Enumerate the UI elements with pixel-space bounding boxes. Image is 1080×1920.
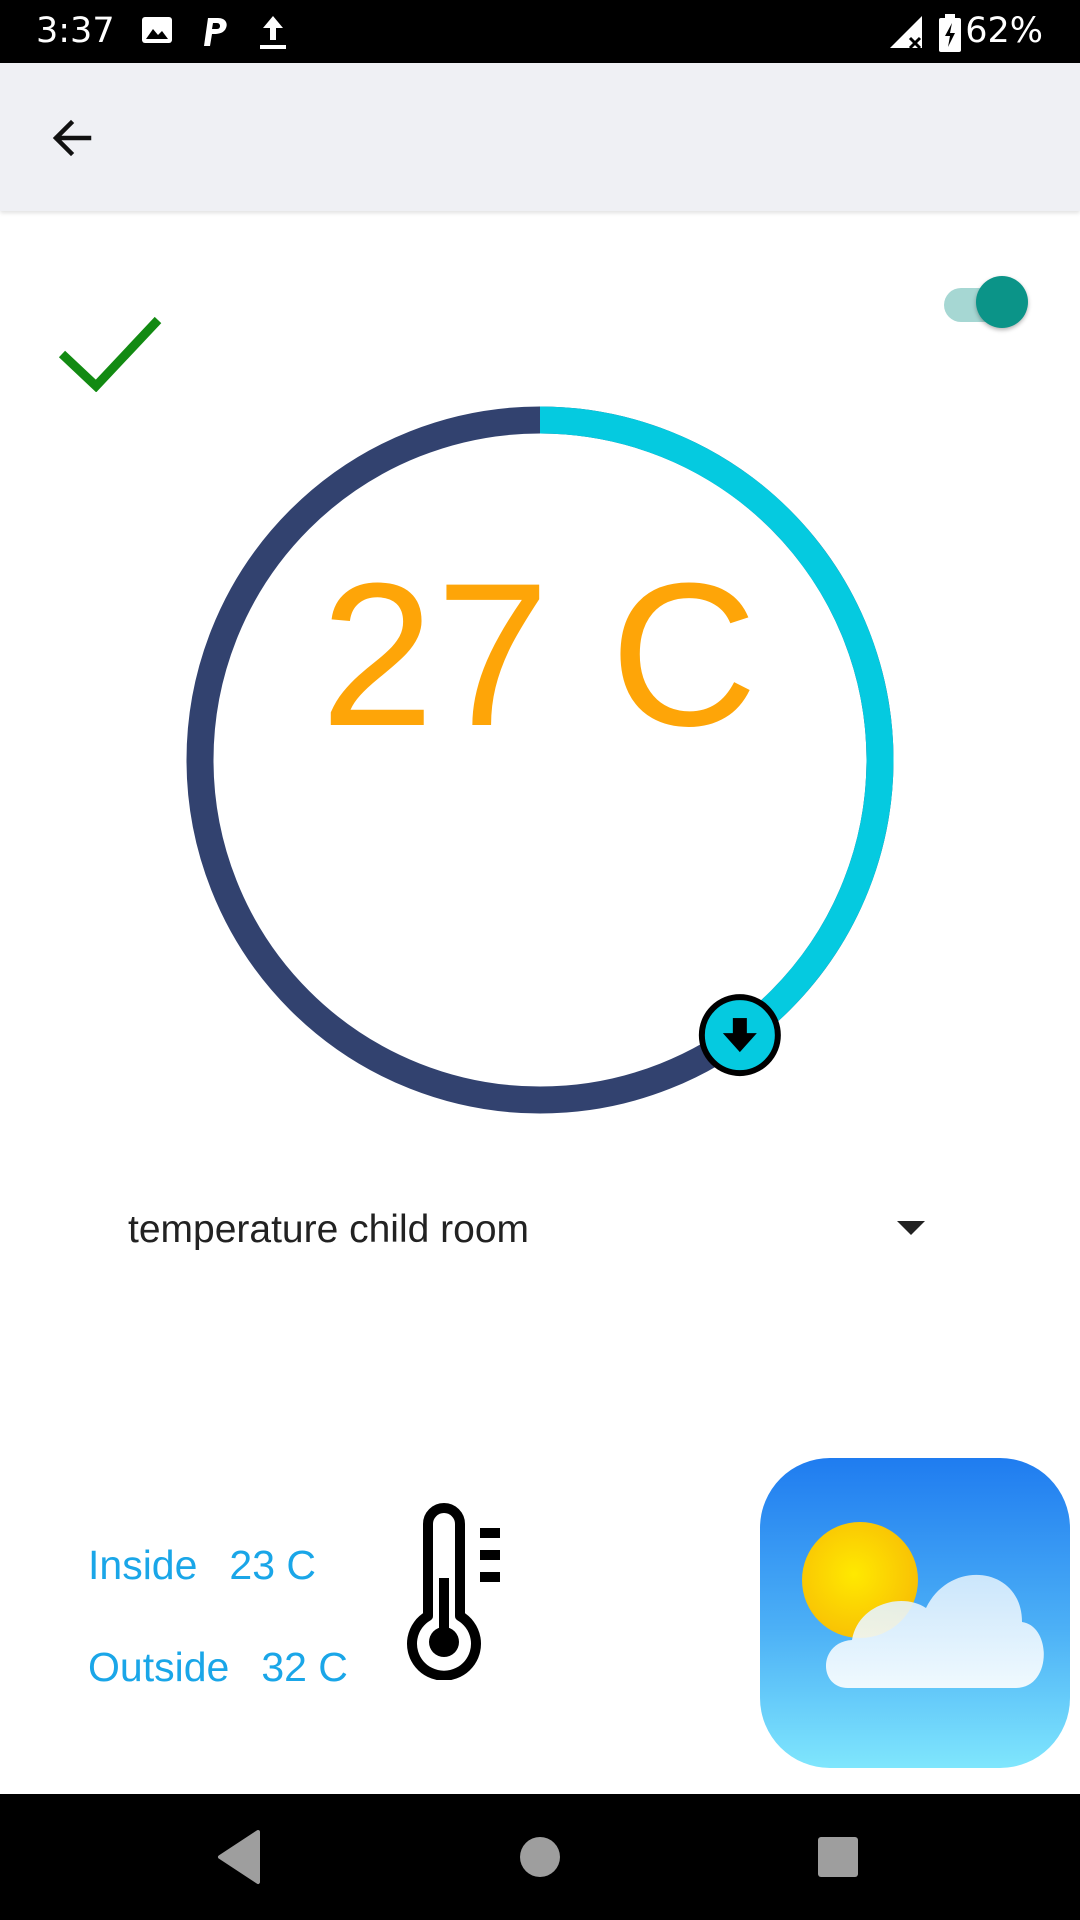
app-bar xyxy=(0,63,1080,211)
nav-back-button[interactable] xyxy=(200,1822,280,1892)
battery-charging-icon xyxy=(939,14,961,52)
nav-recents-button[interactable] xyxy=(798,1822,878,1892)
status-bar: 3:37 62% xyxy=(0,0,1080,63)
thermometer-icon xyxy=(407,1503,500,1680)
toggle-thumb xyxy=(976,276,1028,328)
room-dropdown-value: temperature child room xyxy=(128,1208,530,1251)
parking-icon xyxy=(204,18,227,46)
signal-off-icon xyxy=(890,16,922,50)
status-time: 3:37 xyxy=(36,11,115,51)
nav-recents-icon xyxy=(818,1837,858,1877)
image-icon xyxy=(142,17,172,43)
outside-value: 32 C xyxy=(261,1644,348,1690)
nav-home-button[interactable] xyxy=(500,1822,580,1892)
nav-home-icon xyxy=(520,1837,560,1877)
outside-label: Outside xyxy=(88,1644,230,1690)
room-dropdown[interactable]: temperature child room xyxy=(110,1190,950,1270)
setpoint-value: 27 C xyxy=(320,541,760,769)
arrow-back-icon xyxy=(52,119,92,157)
inside-label: Inside xyxy=(88,1542,198,1588)
outside-reading: Outside 32 C xyxy=(88,1642,348,1692)
dial-handle[interactable] xyxy=(698,994,781,1077)
power-toggle[interactable] xyxy=(940,276,1030,332)
weather-partly-cloudy-icon[interactable] xyxy=(760,1458,1070,1768)
upload-icon xyxy=(260,16,286,49)
battery-percent: 62% xyxy=(965,11,1043,51)
back-button[interactable] xyxy=(38,103,108,173)
nav-back-icon xyxy=(218,1830,260,1884)
dropdown-arrow-icon xyxy=(897,1221,925,1235)
system-nav-bar xyxy=(0,1794,1080,1920)
checkmark-icon xyxy=(58,316,162,392)
inside-value: 23 C xyxy=(229,1542,317,1588)
inside-reading: Inside 23 C xyxy=(88,1540,316,1590)
